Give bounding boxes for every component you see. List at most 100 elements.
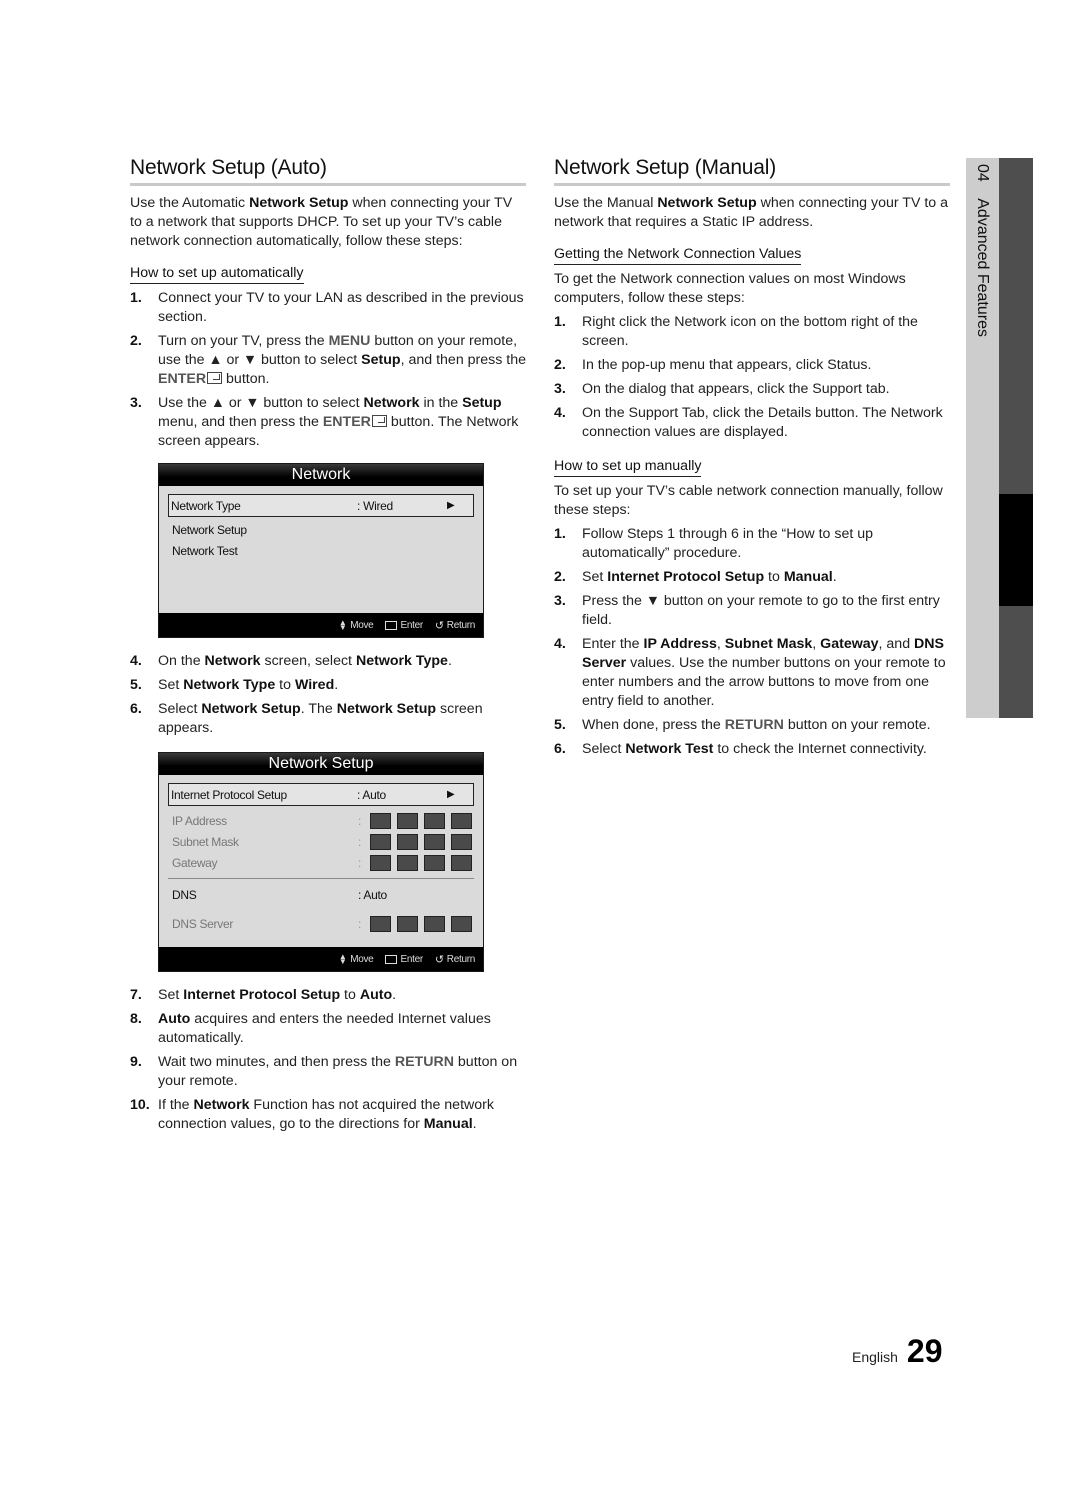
text: button.	[222, 371, 270, 387]
list-item: 1. Connect your TV to your LAN as describ…	[130, 289, 526, 327]
text: menu, and then press the	[158, 414, 323, 430]
list-item: 5. Set Network Type to Wired.	[130, 676, 526, 695]
text: If the	[158, 1097, 194, 1113]
text: , and	[878, 636, 915, 652]
osd-hint-enter: Enter	[385, 953, 423, 965]
chapter-title: Advanced Features	[974, 198, 991, 337]
section-title-auto: Network Setup (Auto)	[130, 156, 526, 186]
enter-icon	[385, 954, 398, 964]
osd-hint-enter: Enter	[385, 619, 423, 631]
list-item: 6. Select Network Test to check the Inter…	[554, 740, 950, 759]
step-number: 2.	[554, 569, 566, 585]
bold-term: Network Type	[355, 653, 448, 669]
bold-term: Network Setup	[249, 195, 349, 211]
osd-row-dns[interactable]: DNS : Auto	[168, 884, 474, 905]
colon: :	[358, 916, 362, 931]
octet-box[interactable]	[370, 854, 391, 871]
right-column: Network Setup (Manual) Use the Manual Ne…	[554, 156, 950, 764]
text: .	[447, 653, 452, 669]
text: On the dialog that appears, click the Su…	[582, 381, 890, 397]
octet-box[interactable]	[397, 915, 418, 932]
octet-box[interactable]	[424, 854, 445, 871]
list-item: 2. In the pop-up menu that appears, click…	[554, 356, 950, 375]
section-title-manual: Network Setup (Manual)	[554, 156, 950, 186]
osd-row-network-setup[interactable]: Network Setup	[168, 519, 474, 540]
text: to	[340, 987, 360, 1003]
list-item: 5. When done, press the RETURN button on …	[554, 716, 950, 735]
list-item: 10. If the Network Function has not acqui…	[130, 1096, 526, 1134]
osd-label: Network Setup	[172, 522, 247, 537]
list-item: 3. Press the ▼ button on your remote to g…	[554, 592, 950, 630]
osd-row-ip-address[interactable]: IP Address :	[168, 810, 474, 831]
steps-auto-1-3: 1. Connect your TV to your LAN as describ…	[130, 289, 526, 451]
list-item: 2. Turn on your TV, press the MENU button…	[130, 332, 526, 389]
step-number: 1.	[554, 526, 566, 542]
osd-label: Internet Protocol Setup	[171, 787, 287, 802]
osd-label: Network Type	[171, 498, 241, 513]
steps-auto-4-6: 4. On the Network screen, select Network …	[130, 652, 526, 738]
octet-box[interactable]	[424, 812, 445, 829]
text: Press the ▼ button on your remote to go …	[582, 593, 940, 628]
octet-box[interactable]	[370, 812, 391, 829]
list-item: 4. On the Support Tab, click the Details …	[554, 404, 950, 442]
list-item: 3. Use the ▲ or ▼ button to select Networ…	[130, 394, 526, 451]
osd-row-internet-protocol-setup[interactable]: Internet Protocol Setup : Auto ▶	[168, 783, 474, 806]
step-number: 4.	[130, 653, 142, 669]
osd-row-subnet-mask[interactable]: Subnet Mask :	[168, 831, 474, 852]
text: to check the Internet connectivity.	[713, 741, 927, 757]
list-item: 4. Enter the IP Address, Subnet Mask, Gat…	[554, 635, 950, 711]
button-name: MENU	[328, 333, 371, 349]
osd-value: : Auto	[358, 887, 387, 902]
hint-label: Enter	[400, 953, 423, 965]
osd-row-network-test[interactable]: Network Test	[168, 540, 474, 561]
text: in the	[419, 395, 463, 411]
octet-box[interactable]	[451, 854, 472, 871]
octet-box[interactable]	[451, 833, 472, 850]
text: Set	[582, 569, 608, 585]
page-number: 29	[906, 1333, 943, 1369]
text: Turn on your TV, press the	[158, 333, 329, 349]
text: . The	[300, 701, 337, 717]
button-name: ENTER	[322, 414, 371, 430]
enter-icon	[371, 415, 387, 427]
octet-box[interactable]	[397, 833, 418, 850]
step-number: 2.	[554, 357, 566, 373]
octet-box[interactable]	[451, 812, 472, 829]
osd-hint-move: ▲ ▼ Move	[338, 619, 374, 632]
osd-row-network-type[interactable]: Network Type : Wired ▶	[168, 494, 474, 517]
text: Wait two minutes, and then press the	[158, 1054, 395, 1070]
button-name: RETURN	[394, 1054, 454, 1070]
text: , and then press the	[400, 352, 527, 368]
octet-box[interactable]	[370, 915, 391, 932]
octet-box[interactable]	[424, 915, 445, 932]
list-item: 8. Auto acquires and enters the needed In…	[130, 1010, 526, 1048]
button-name: RETURN	[724, 717, 784, 733]
osd-value: : Wired	[357, 498, 393, 513]
octet-box[interactable]	[451, 915, 472, 932]
osd-footer: ▲ ▼ Move Enter ↺ Return	[159, 613, 483, 637]
footer-language: English	[852, 1349, 898, 1365]
octet-box[interactable]	[397, 854, 418, 871]
octet-box[interactable]	[424, 833, 445, 850]
bold-term: Network Setup	[657, 195, 757, 211]
bold-term: Network Type	[183, 677, 276, 693]
osd-row-dns-server[interactable]: DNS Server :	[168, 913, 474, 934]
paragraph-how-to-manual: To set up your TV’s cable network connec…	[554, 483, 943, 518]
text: Set	[158, 987, 184, 1003]
bold-term: Auto	[359, 987, 393, 1003]
ip-entry-boxes: :	[358, 812, 472, 829]
octet-box[interactable]	[397, 812, 418, 829]
octet-box[interactable]	[370, 833, 391, 850]
ip-entry-boxes: :	[358, 915, 472, 932]
osd-row-gateway[interactable]: Gateway :	[168, 852, 474, 873]
hint-label: Move	[350, 619, 374, 631]
text: On the	[158, 653, 205, 669]
hint-label: Enter	[400, 619, 423, 631]
subhead-how-to-manual: How to set up manually	[554, 457, 702, 477]
list-item: 3. On the dialog that appears, click the …	[554, 380, 950, 399]
chapter-label: 04 Advanced Features	[966, 160, 999, 460]
bold-term: Subnet Mask	[724, 636, 813, 652]
chapter-tab-marker	[999, 494, 1033, 606]
steps-auto-7-10: 7. Set Internet Protocol Setup to Auto. 8.…	[130, 986, 526, 1134]
bold-term: Network	[204, 653, 261, 669]
